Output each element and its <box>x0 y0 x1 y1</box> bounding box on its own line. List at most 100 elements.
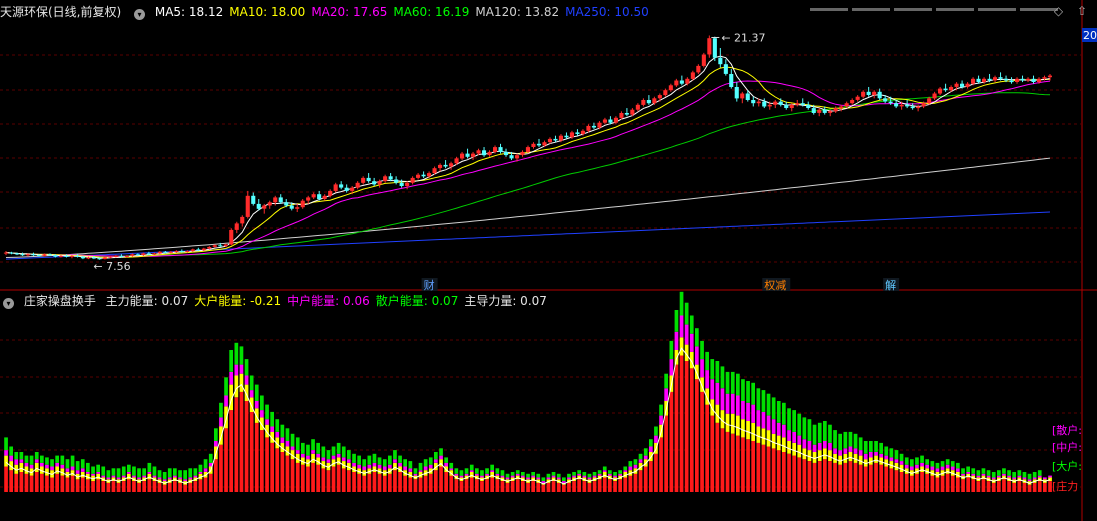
energy-bar-散户 <box>372 453 377 463</box>
candle-body <box>690 72 695 79</box>
candle-body <box>201 248 206 251</box>
energy-bar-庄力 <box>439 466 443 492</box>
candle-body <box>894 103 899 107</box>
energy-bar-庄力 <box>812 462 817 492</box>
energy-bar-庄力 <box>357 473 361 492</box>
energy-bar-散户 <box>132 466 136 476</box>
candle-body <box>454 158 459 164</box>
energy-bar-散户 <box>1012 472 1016 478</box>
energy-bar-庄力 <box>935 477 940 492</box>
energy-bar-散户 <box>705 351 709 371</box>
energy-bar-散户 <box>695 328 699 347</box>
energy-bar-散户 <box>577 470 581 474</box>
candle-body <box>322 195 327 199</box>
energy-bar-中户 <box>214 441 218 447</box>
energy-bar-庄力 <box>838 464 842 492</box>
energy-bar-中户 <box>495 473 500 476</box>
energy-bar-大户 <box>311 453 315 463</box>
energy-bar-庄力 <box>771 448 776 492</box>
energy-bar-中户 <box>869 452 873 458</box>
energy-bar-中户 <box>254 401 259 409</box>
energy-bar-大户 <box>147 473 152 480</box>
candle-body <box>36 255 41 257</box>
energy-bar-庄力 <box>91 481 95 492</box>
candle-body <box>635 104 640 110</box>
energy-bar-散户 <box>853 433 858 449</box>
energy-bar-庄力 <box>152 481 157 492</box>
indicator-menu-icon[interactable]: ▾ <box>3 298 14 309</box>
energy-bar-散户 <box>802 417 807 440</box>
energy-bar-中户 <box>771 419 776 434</box>
energy-bar-庄力 <box>981 479 986 492</box>
energy-bar-散户 <box>833 430 837 449</box>
energy-bar-中户 <box>945 464 950 469</box>
energy-bar-散户 <box>986 470 991 476</box>
energy-bar-散户 <box>572 472 576 476</box>
energy-bar-散户 <box>828 424 832 443</box>
energy-bar-大户 <box>19 462 24 472</box>
energy-bar-庄力 <box>664 415 668 492</box>
candle-body <box>789 104 794 108</box>
energy-bar-中户 <box>219 417 223 427</box>
energy-bar-散户 <box>541 477 546 481</box>
energy-bar-庄力 <box>162 484 167 492</box>
energy-bar-庄力 <box>705 404 709 492</box>
candle-body <box>344 187 349 191</box>
energy-bar-庄力 <box>730 433 735 492</box>
candle-body <box>932 93 937 99</box>
energy-bar-大户 <box>761 428 766 445</box>
energy-bar-庄力 <box>505 482 510 492</box>
up-arrow-icon[interactable]: ⇧ <box>1077 4 1087 18</box>
energy-bar-散户 <box>618 470 622 474</box>
candle-body <box>971 78 976 84</box>
energy-bar-庄力 <box>464 479 469 492</box>
energy-bar-庄力 <box>638 470 643 492</box>
energy-bar-庄力 <box>372 472 377 492</box>
energy-bar-中户 <box>377 464 382 469</box>
energy-bar-中户 <box>956 468 960 472</box>
energy-bar-中户 <box>894 459 899 463</box>
energy-bar-大户 <box>239 373 244 392</box>
energy-bar-中户 <box>454 473 459 476</box>
energy-bar-庄力 <box>986 481 991 492</box>
energy-bar-中户 <box>423 466 428 471</box>
ma-label-0: MA5: 18.12 <box>154 5 224 19</box>
candle-body <box>25 254 30 256</box>
energy-bar-中户 <box>715 382 720 405</box>
energy-bar-庄力 <box>34 472 39 492</box>
energy-bar-庄力 <box>633 473 638 492</box>
energy-bar-庄力 <box>608 479 612 492</box>
energy-bar-中户 <box>515 473 520 476</box>
energy-bar-散户 <box>50 459 54 467</box>
diamond-icon[interactable]: ◇ <box>1054 4 1063 18</box>
energy-bar-中户 <box>602 470 607 472</box>
energy-bar-中户 <box>843 448 848 454</box>
candle-body <box>960 83 965 87</box>
energy-bar-中户 <box>362 466 367 471</box>
candle-body <box>152 253 157 255</box>
energy-bar-中户 <box>162 479 167 482</box>
candle-body <box>465 153 470 157</box>
candle-body <box>1009 80 1014 83</box>
energy-bar-散户 <box>515 470 520 474</box>
energy-bar-中户 <box>720 388 725 411</box>
candle-body <box>113 255 118 257</box>
candle-body <box>196 249 201 251</box>
energy-bar-中户 <box>910 466 914 471</box>
stock-chart-canvas[interactable]: 20 ← 21.37 ← 7.56 财 权减 解 [散户: [中户: [大户: [庄力 <box>0 0 1097 521</box>
energy-bar-庄力 <box>1017 481 1022 492</box>
energy-bar-中户 <box>736 395 740 416</box>
energy-bar-散户 <box>587 473 592 478</box>
energy-bar-散户 <box>331 446 336 456</box>
energy-bar-中户 <box>654 435 658 443</box>
candle-body <box>190 249 195 251</box>
energy-bar-庄力 <box>915 473 919 492</box>
indicator-menu-icon[interactable]: ▾ <box>134 9 146 20</box>
energy-bar-散户 <box>377 457 382 465</box>
energy-bar-散户 <box>362 459 367 467</box>
candle-body <box>740 93 745 99</box>
energy-bar-散户 <box>546 473 551 478</box>
energy-bar-庄力 <box>301 464 305 492</box>
energy-bar-大户 <box>787 441 791 454</box>
candle-body <box>850 100 855 104</box>
